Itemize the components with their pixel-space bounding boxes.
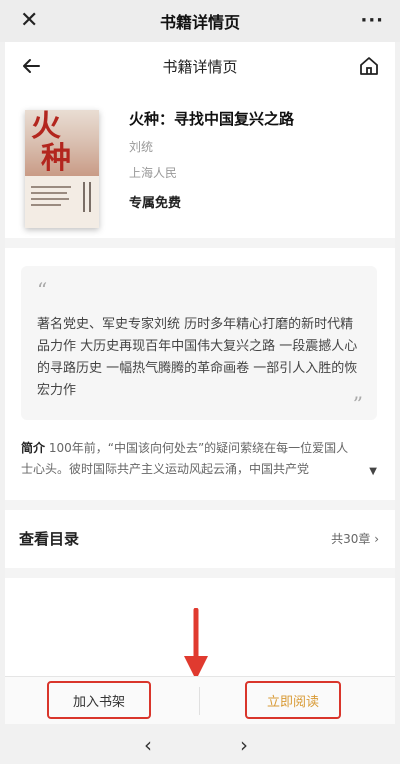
section-divider — [5, 568, 395, 578]
more-icon[interactable]: ··· — [360, 10, 384, 31]
browser-nav-bar: ‹ › — [0, 724, 400, 764]
book-info: 火 种 火种：寻找中国复兴之路 刘统 上海人民 专属免费 — [5, 100, 395, 240]
book-cover[interactable]: 火 种 — [25, 110, 99, 228]
wechat-title-bar: ✕ 书籍详情页 ··· — [0, 0, 400, 42]
page-title: 书籍详情页 — [162, 57, 238, 76]
book-intro[interactable]: 简介 100年前，“中国该向何处去”的疑问萦绕在每一位爱国人士心头。彼时国际共产… — [21, 438, 351, 480]
add-to-shelf-button[interactable]: 加入书架 — [47, 681, 151, 719]
book-title: 火种：寻找中国复兴之路 — [129, 110, 295, 128]
open-quote-icon: “ — [37, 278, 48, 302]
toc-label: 查看目录 — [19, 529, 80, 548]
recommendation-quote: “ 著名党史、军史专家刘统 历时多年精心打磨的新时代精品力作 大历史再现百年中国… — [21, 266, 377, 420]
action-divider — [199, 687, 200, 715]
close-quote-icon: ” — [352, 392, 363, 416]
cover-text-line — [31, 198, 69, 200]
section-divider — [5, 238, 395, 248]
page-nav-bar: 书籍详情页 — [5, 42, 395, 90]
bottom-action-bar: 加入书架 立即阅读 — [5, 676, 395, 725]
cover-text-line — [31, 192, 67, 194]
expand-intro-icon[interactable]: ▼ — [369, 466, 377, 477]
book-publisher: 上海人民 — [129, 166, 178, 180]
book-detail-page: 书籍详情页 火 种 火种：寻找中国复兴之路 刘统 上海人民 专属免费 “ 著名党… — [5, 42, 395, 676]
close-icon[interactable]: ✕ — [20, 9, 38, 33]
wechat-title: 书籍详情页 — [159, 13, 240, 32]
read-now-button[interactable]: 立即阅读 — [245, 681, 341, 719]
intro-text: 100年前，“中国该向何处去”的疑问萦绕在每一位爱国人士心头。彼时国际共产主义运… — [21, 441, 349, 476]
browser-back-icon[interactable]: ‹ — [144, 733, 152, 757]
free-badge: 专属免费 — [129, 196, 182, 211]
cover-char-2: 种 — [41, 141, 71, 176]
cover-text-line — [31, 186, 71, 188]
quote-text: 著名党史、军史专家刘统 历时多年精心打磨的新时代精品力作 大历史再现百年中国伟大… — [37, 317, 358, 398]
back-arrow-icon[interactable] — [19, 54, 43, 78]
home-icon[interactable] — [357, 54, 381, 78]
browser-forward-icon[interactable]: › — [240, 733, 248, 757]
toc-row[interactable]: 查看目录 共30章 › — [5, 508, 395, 568]
intro-label: 简介 — [21, 441, 46, 455]
book-author[interactable]: 刘统 — [129, 138, 153, 155]
cover-text-line — [31, 204, 61, 206]
cover-vertical-text — [89, 182, 91, 212]
toc-count: 共30章 › — [331, 531, 379, 546]
annotation-arrow-icon — [184, 608, 208, 680]
cover-char-1: 火 — [31, 110, 61, 144]
cover-vertical-text — [83, 182, 85, 212]
